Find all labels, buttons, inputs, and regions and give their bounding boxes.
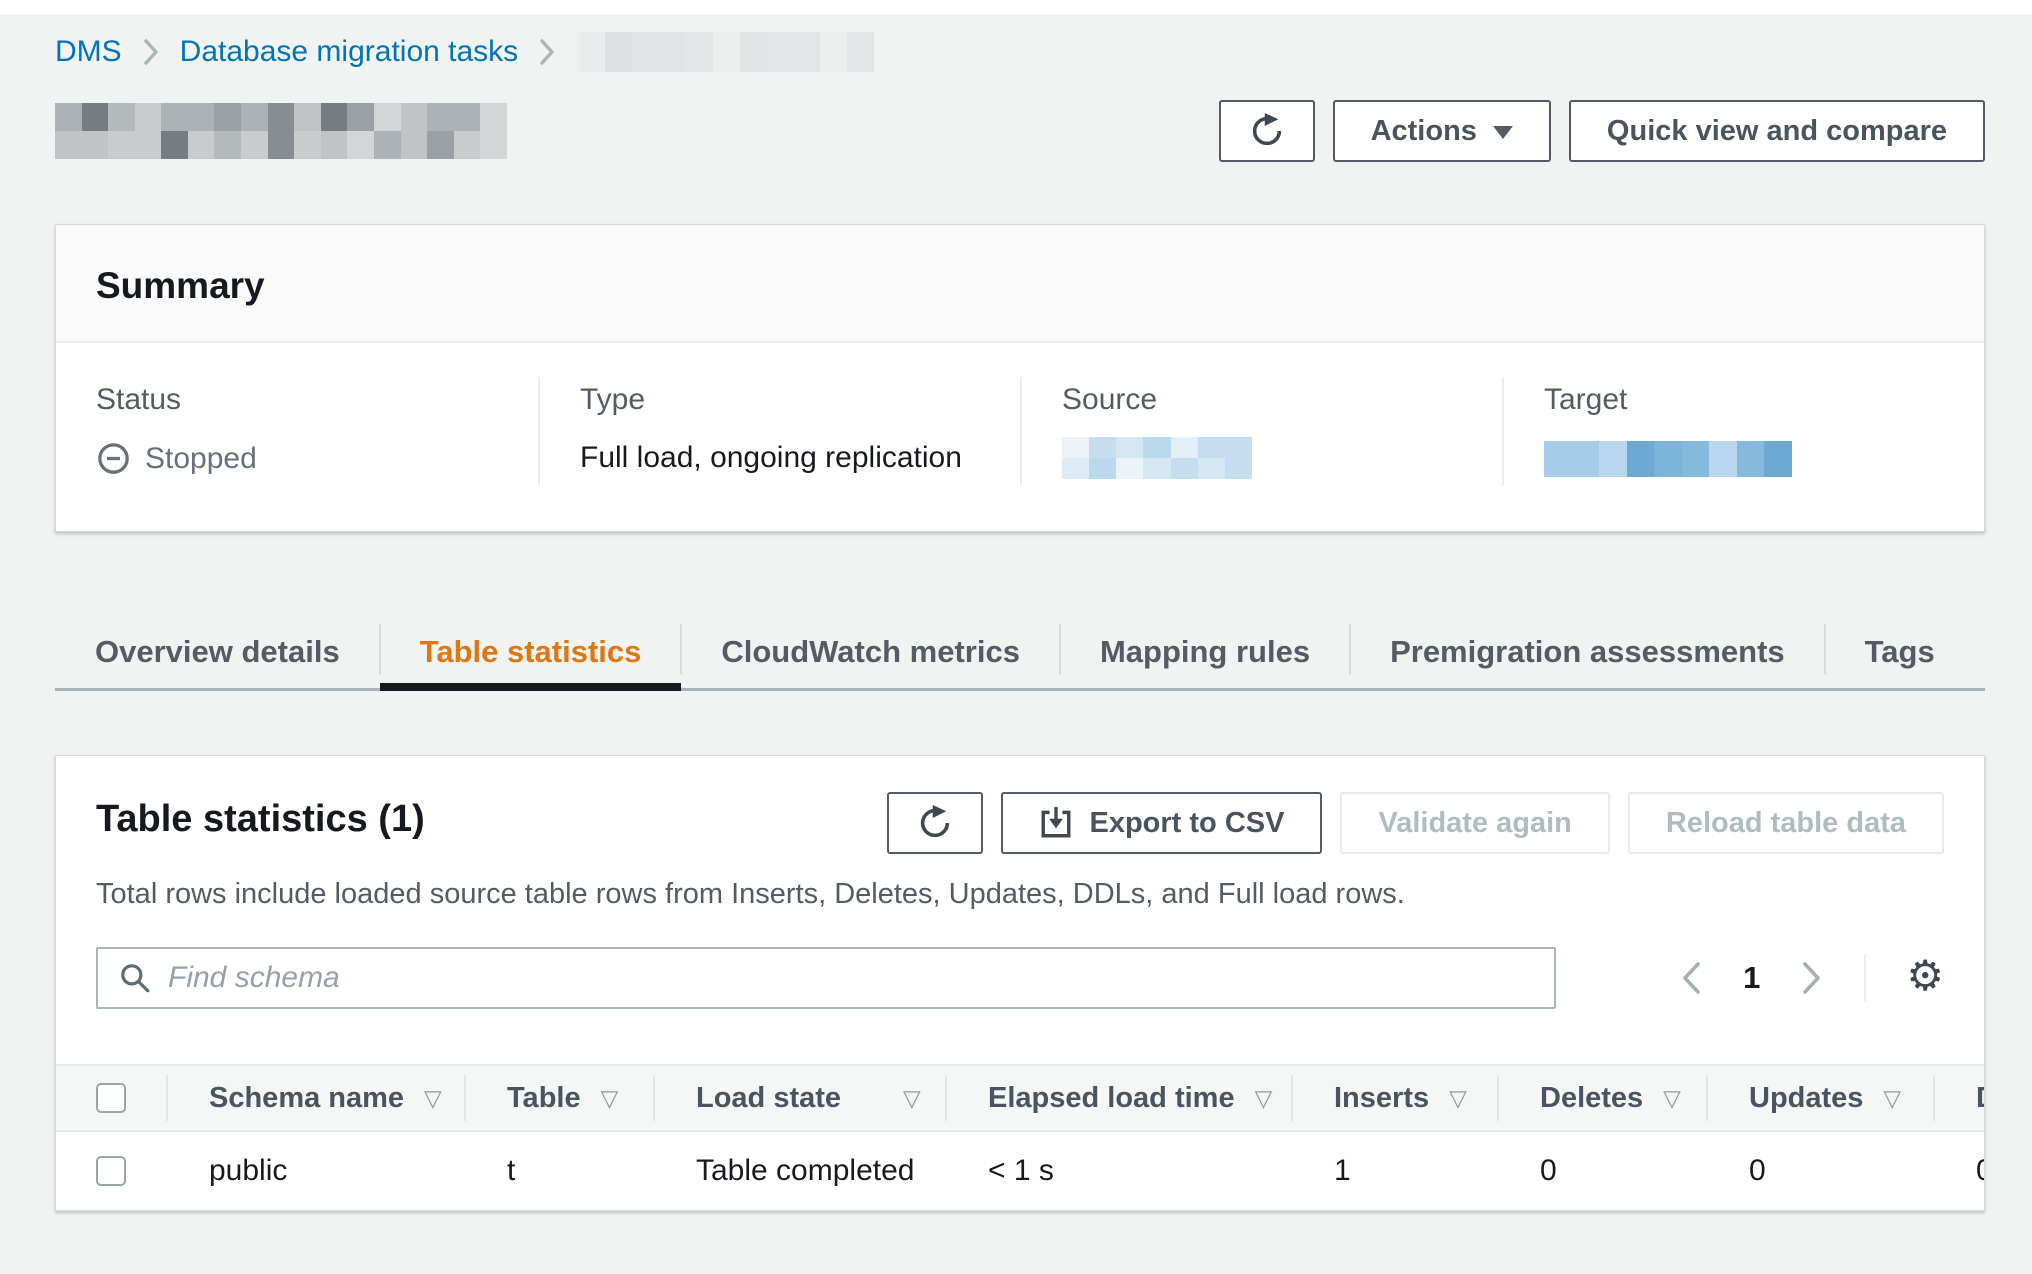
export-to-csv-label: Export to CSV <box>1089 807 1284 840</box>
source-label: Source <box>1062 383 1472 417</box>
cell-inserts: 1 <box>1291 1132 1497 1210</box>
search-icon <box>118 961 152 995</box>
next-page-button[interactable] <box>1800 959 1824 997</box>
sort-icon: ▽ <box>903 1085 921 1112</box>
breadcrumb-dms[interactable]: DMS <box>55 35 122 69</box>
page-title-redacted <box>55 103 507 159</box>
actions-button[interactable]: Actions <box>1333 100 1551 162</box>
actions-button-label: Actions <box>1371 115 1477 148</box>
table-statistics-title: Table statistics (1) <box>96 792 425 841</box>
table-row: public t Table completed < 1 s 1 0 0 0 <box>56 1132 1984 1210</box>
sort-icon: ▽ <box>1663 1085 1681 1112</box>
column-header-load-state[interactable]: Load state▽ <box>653 1066 945 1130</box>
column-header-schema-name[interactable]: Schema name▽ <box>166 1066 464 1130</box>
table-statistics-card: Table statistics (1) Export to CSV <box>55 755 1985 1211</box>
column-header-updates[interactable]: Updates▽ <box>1706 1066 1933 1130</box>
tab-tags[interactable]: Tags <box>1825 616 1975 688</box>
quick-view-compare-button[interactable]: Quick view and compare <box>1569 100 1985 162</box>
caret-down-icon <box>1493 126 1513 139</box>
tab-cloudwatch-metrics[interactable]: CloudWatch metrics <box>681 616 1060 688</box>
type-value: Full load, ongoing replication <box>580 441 990 475</box>
chevron-right-icon <box>142 37 160 67</box>
task-detail-tabs: Overview details Table statistics CloudW… <box>55 616 1985 691</box>
column-header-table[interactable]: Table▽ <box>464 1066 653 1130</box>
export-to-csv-button[interactable]: Export to CSV <box>1001 792 1322 854</box>
sort-icon: ▽ <box>424 1085 442 1112</box>
table-toolbar: 1 ⚙ <box>56 911 1984 1009</box>
row-checkbox[interactable] <box>96 1156 126 1186</box>
table-statistics-actions: Export to CSV Validate again Reload tabl… <box>887 792 1944 854</box>
summary-card-header: Summary <box>56 225 1984 343</box>
tab-mapping-rules[interactable]: Mapping rules <box>1060 616 1350 688</box>
refresh-icon <box>1249 113 1285 149</box>
cell-updates: 0 <box>1706 1132 1933 1210</box>
tab-table-statistics[interactable]: Table statistics <box>380 616 682 688</box>
cell-table: t <box>464 1132 653 1210</box>
table-refresh-button[interactable] <box>887 792 983 854</box>
column-header-deletes[interactable]: Deletes▽ <box>1497 1066 1706 1130</box>
find-schema-input[interactable] <box>168 961 1534 995</box>
pagination: 1 ⚙ <box>1679 955 1944 1001</box>
sort-icon: ▽ <box>1255 1085 1273 1112</box>
target-endpoint-link-redacted[interactable] <box>1544 441 1792 477</box>
pagination-divider <box>1864 955 1866 1001</box>
page-actions: Actions Quick view and compare <box>1219 100 1985 162</box>
cell-ddls: 0 <box>1933 1132 1984 1210</box>
previous-page-button[interactable] <box>1679 959 1703 997</box>
summary-card-body: Status Stopped Type Full load, ongoing r… <box>56 343 1984 531</box>
summary-field-target: Target <box>1502 377 1984 485</box>
quick-view-label: Quick view and compare <box>1607 115 1947 148</box>
summary-title: Summary <box>96 265 1944 307</box>
row-select-cell <box>56 1132 166 1210</box>
tab-overview-details[interactable]: Overview details <box>55 616 380 688</box>
sort-icon: ▽ <box>1449 1085 1467 1112</box>
table-statistics-description: Total rows include loaded source table r… <box>56 854 1984 911</box>
breadcrumb-current-redacted <box>578 32 874 72</box>
chevron-right-icon <box>538 37 556 67</box>
schema-search <box>96 947 1556 1009</box>
status-value: Stopped <box>96 441 508 476</box>
download-icon <box>1039 806 1073 840</box>
current-page-number: 1 <box>1743 960 1760 996</box>
status-text: Stopped <box>145 442 257 476</box>
tab-premigration-assessments[interactable]: Premigration assessments <box>1350 616 1825 688</box>
column-header-ddls[interactable]: DDLs <box>1933 1066 1984 1130</box>
cell-schema-name: public <box>166 1132 464 1210</box>
type-label: Type <box>580 383 990 417</box>
chevron-right-icon <box>1800 959 1824 997</box>
target-label: Target <box>1544 383 1954 417</box>
select-all-cell <box>56 1066 166 1130</box>
breadcrumb: DMS Database migration tasks <box>55 30 1985 74</box>
stopped-status-icon <box>96 441 131 476</box>
select-all-checkbox[interactable] <box>96 1083 126 1113</box>
summary-card: Summary Status Stopped Type Full load, o… <box>55 224 1985 532</box>
table-header-row: Schema name▽ Table▽ Load state▽ Elapsed … <box>56 1064 1984 1132</box>
cell-deletes: 0 <box>1497 1132 1706 1210</box>
validate-again-button: Validate again <box>1340 792 1609 854</box>
summary-field-source: Source <box>1020 377 1502 485</box>
table-statistics-table: Schema name▽ Table▽ Load state▽ Elapsed … <box>56 1064 1984 1210</box>
table-settings-gear-icon[interactable]: ⚙ <box>1906 955 1944 1001</box>
breadcrumb-migration-tasks[interactable]: Database migration tasks <box>180 35 519 69</box>
dms-task-page: DMS Database migration tasks Actions <box>0 14 2032 1211</box>
reload-table-data-button: Reload table data <box>1628 792 1944 854</box>
page-header-row: Actions Quick view and compare <box>55 100 1985 162</box>
status-label: Status <box>96 383 508 417</box>
cell-elapsed-load-time: < 1 s <box>945 1132 1291 1210</box>
refresh-icon <box>917 805 953 841</box>
cell-load-state: Table completed <box>653 1132 945 1210</box>
sort-icon: ▽ <box>1883 1085 1901 1112</box>
column-header-elapsed-load-time[interactable]: Elapsed load time▽ <box>945 1066 1291 1130</box>
column-header-inserts[interactable]: Inserts▽ <box>1291 1066 1497 1130</box>
refresh-button[interactable] <box>1219 100 1315 162</box>
chevron-left-icon <box>1679 959 1703 997</box>
source-endpoint-link-redacted[interactable] <box>1062 437 1252 479</box>
summary-field-status: Status Stopped <box>56 377 538 485</box>
top-white-strip <box>0 0 2032 14</box>
table-statistics-header: Table statistics (1) Export to CSV <box>56 756 1984 854</box>
sort-icon: ▽ <box>601 1085 619 1112</box>
summary-field-type: Type Full load, ongoing replication <box>538 377 1020 485</box>
